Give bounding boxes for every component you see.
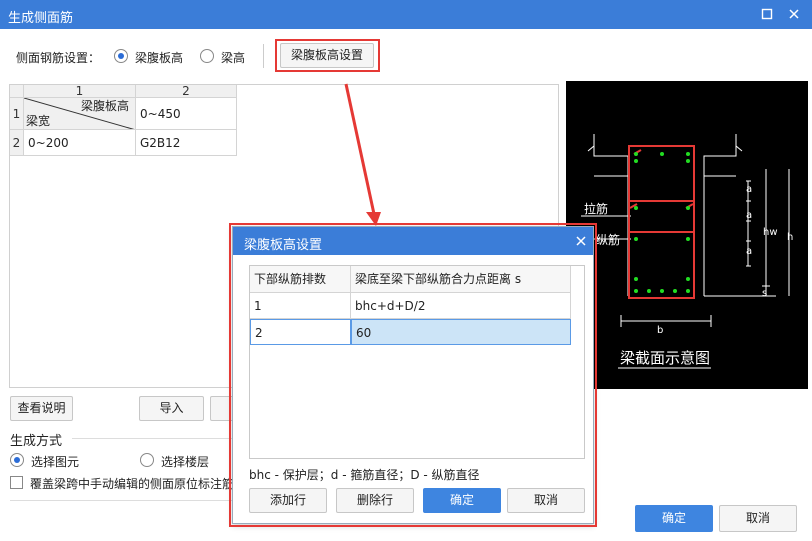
- title-bar: 生成侧面筋: [0, 0, 812, 29]
- radio-select-floor[interactable]: [140, 453, 154, 467]
- override-checkbox-label[interactable]: 覆盖梁跨中手动编辑的侧面原位标注筋: [30, 475, 234, 492]
- diagram-caption: 梁截面示意图: [620, 349, 711, 367]
- beam-section-diagram: 拉筋 纵筋 a a a hw h s b 梁截面示意图: [566, 81, 808, 389]
- radio-web-height[interactable]: [114, 49, 128, 63]
- grid-cell-r2c1[interactable]: 0~200: [24, 130, 136, 156]
- grid-cell-r2c2[interactable]: G2B12: [136, 130, 237, 156]
- minimize-icon[interactable]: [761, 8, 773, 20]
- long-bar-label: 纵筋: [596, 233, 621, 247]
- radio-beam-height[interactable]: [200, 49, 214, 63]
- grid-corner: [10, 85, 24, 98]
- close-icon[interactable]: [788, 8, 800, 20]
- cancel-button[interactable]: 取消: [719, 505, 797, 532]
- b-label: b: [657, 325, 664, 336]
- radio-select-element[interactable]: [10, 453, 24, 467]
- ok-button[interactable]: 确定: [635, 505, 713, 532]
- grid-cell-r1c2[interactable]: 0~450: [136, 98, 237, 130]
- radio-web-height-label[interactable]: 梁腹板高: [135, 49, 183, 66]
- highlight-box: [275, 39, 380, 72]
- side-rebar-label: 侧面钢筋设置：: [16, 51, 101, 65]
- col-header-2[interactable]: 2: [136, 85, 237, 98]
- window-title: 生成侧面筋: [8, 11, 74, 26]
- row-header-2[interactable]: 2: [10, 130, 24, 156]
- corner-top-label: 梁腹板高: [80, 99, 129, 113]
- corner-bottom-label: 梁宽: [26, 114, 51, 128]
- s-label: s: [762, 288, 768, 299]
- import-button[interactable]: 导入: [139, 396, 204, 421]
- tie-bar-label: 拉筋: [584, 202, 609, 216]
- h-label: h: [787, 232, 794, 243]
- radio-beam-height-label[interactable]: 梁高: [221, 49, 245, 66]
- divider: [263, 44, 264, 68]
- a-label-2: a: [746, 210, 753, 221]
- hw-label: hw: [763, 227, 778, 238]
- generate-method-title: 生成方式: [10, 434, 63, 449]
- divider: [72, 438, 232, 439]
- grid-corner-header: 梁腹板高 梁宽: [24, 98, 136, 130]
- a-label-1: a: [746, 184, 753, 195]
- radio-select-floor-label[interactable]: 选择楼层: [161, 453, 209, 470]
- col-header-1[interactable]: 1: [24, 85, 136, 98]
- divider: [10, 500, 232, 501]
- radio-select-element-label[interactable]: 选择图元: [31, 453, 79, 470]
- override-checkbox[interactable]: [10, 476, 23, 489]
- view-help-button[interactable]: 查看说明: [10, 396, 73, 421]
- a-label-3: a: [746, 246, 753, 257]
- row-header-1[interactable]: 1: [10, 98, 24, 130]
- dialog-highlight-box: [229, 223, 597, 527]
